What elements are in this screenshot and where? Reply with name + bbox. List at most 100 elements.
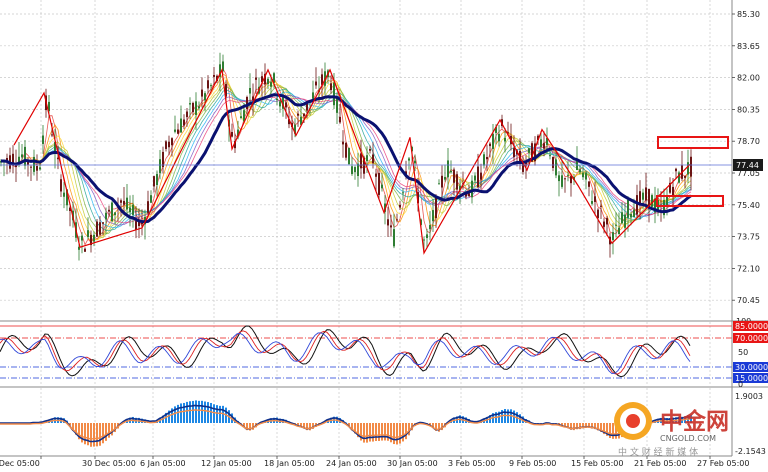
- candle-body: [588, 181, 590, 187]
- candle-body: [396, 219, 398, 221]
- candle-body: [348, 147, 350, 165]
- candle-body: [543, 143, 545, 149]
- candle-body: [339, 116, 341, 123]
- macd-histogram-bar: [111, 423, 113, 436]
- candle-body: [153, 176, 155, 187]
- candle-body: [345, 142, 347, 158]
- candle-body: [579, 169, 581, 173]
- macd-histogram-bar: [93, 423, 95, 447]
- price-tick-label: 80.35: [737, 105, 760, 114]
- candle-body: [102, 222, 104, 224]
- candle-body: [63, 192, 65, 197]
- macd-histogram-bar: [213, 404, 215, 423]
- candle-body: [270, 82, 272, 87]
- osc-level-85: 85.0000: [735, 322, 768, 331]
- osc-level-50: 50: [738, 348, 748, 357]
- macd-tick-top: 1.9003: [735, 392, 763, 401]
- candle-body: [372, 154, 374, 164]
- candle-body: [351, 166, 353, 175]
- macd-histogram-bar: [210, 402, 212, 423]
- candle-body: [39, 167, 41, 170]
- candle-body: [186, 111, 188, 118]
- candle-body: [330, 83, 332, 91]
- date-tick-label: 9 Feb 05:00: [509, 459, 556, 468]
- candle-body: [432, 210, 434, 222]
- candle-body: [84, 248, 86, 252]
- candle-body: [240, 116, 242, 119]
- candle-body: [165, 141, 167, 149]
- candle-body: [201, 89, 203, 97]
- candle-body: [414, 160, 416, 164]
- candle-body: [141, 222, 143, 225]
- candle-body: [627, 199, 629, 218]
- candle-body: [378, 173, 380, 195]
- candle-body: [111, 202, 113, 222]
- candle-body: [123, 200, 125, 205]
- candle-body: [285, 102, 287, 108]
- date-tick-label: 12 Jan 05:00: [201, 459, 252, 468]
- price-tick-label: 75.40: [737, 201, 760, 210]
- candle-body: [576, 160, 578, 171]
- candle-body: [129, 207, 131, 213]
- price-tick-label: 70.45: [737, 296, 760, 305]
- trading-chart[interactable]: 中金网 CNGOLD.COM 中 文 财 经 新 媒 体 85.3083.658…: [0, 0, 768, 472]
- candle-body: [450, 170, 452, 173]
- candle-body: [381, 184, 383, 189]
- candle-body: [366, 155, 368, 162]
- candle-body: [297, 113, 299, 116]
- candle-body: [135, 221, 137, 230]
- candle-body: [114, 212, 116, 216]
- macd-histogram-bar: [189, 401, 191, 423]
- macd-histogram-bar: [366, 423, 368, 443]
- candle-body: [354, 167, 356, 173]
- candle-body: [585, 172, 587, 180]
- candle-body: [81, 235, 83, 241]
- candle-body: [438, 183, 440, 185]
- candle-body: [150, 195, 152, 203]
- candle-body: [549, 155, 551, 157]
- price-tick-label: 78.70: [737, 137, 760, 146]
- candle-body: [177, 129, 179, 134]
- candle-body: [477, 166, 479, 188]
- date-tick-label: 26 Dec 05:00: [0, 459, 40, 468]
- candle-body: [540, 139, 542, 147]
- candle-body: [651, 195, 653, 207]
- candle-body: [621, 212, 623, 224]
- macd-histogram-bar: [396, 423, 398, 445]
- cngold-logo-core: [626, 414, 640, 428]
- macd-histogram-bar: [99, 423, 101, 446]
- candle-body: [213, 74, 215, 77]
- candle-body: [687, 162, 689, 175]
- candle-body: [489, 143, 491, 147]
- watermark-url: CNGOLD.COM: [660, 434, 716, 443]
- candle-body: [255, 77, 257, 80]
- candle-body: [312, 92, 314, 99]
- candle-body: [276, 98, 278, 101]
- candle-body: [333, 82, 335, 106]
- macd-histogram-bar: [186, 401, 188, 423]
- date-tick-label: 30 Jan 05:00: [387, 459, 438, 468]
- macd-histogram-bar: [201, 400, 203, 423]
- date-tick-label: 30 Dec 05:00: [82, 459, 136, 468]
- candle-body: [303, 113, 305, 117]
- osc-level-70: 70.0000: [735, 334, 768, 343]
- macd-histogram-bar: [393, 423, 395, 445]
- oscillator-panel[interactable]: [0, 320, 768, 385]
- candle-body: [99, 222, 101, 235]
- candle-body: [597, 209, 599, 219]
- osc-level-30: 30.0000: [735, 363, 768, 372]
- candle-body: [36, 166, 38, 171]
- candle-body: [195, 101, 197, 115]
- macd-tick-bottom: -2.1543: [735, 447, 766, 456]
- date-tick-label: 27 Feb 05:00: [697, 459, 749, 468]
- candle-body: [471, 180, 473, 198]
- candle-body: [603, 221, 605, 227]
- candle-body: [120, 200, 122, 203]
- candle-body: [435, 195, 437, 219]
- current-price-badge: 77.44: [733, 159, 763, 171]
- macd-histogram-bar: [90, 423, 92, 447]
- candle-body: [369, 149, 371, 151]
- macd-histogram-bar: [198, 400, 200, 423]
- date-tick-label: 18 Jan 05:00: [264, 459, 315, 468]
- price-tick-label: 83.65: [737, 42, 760, 51]
